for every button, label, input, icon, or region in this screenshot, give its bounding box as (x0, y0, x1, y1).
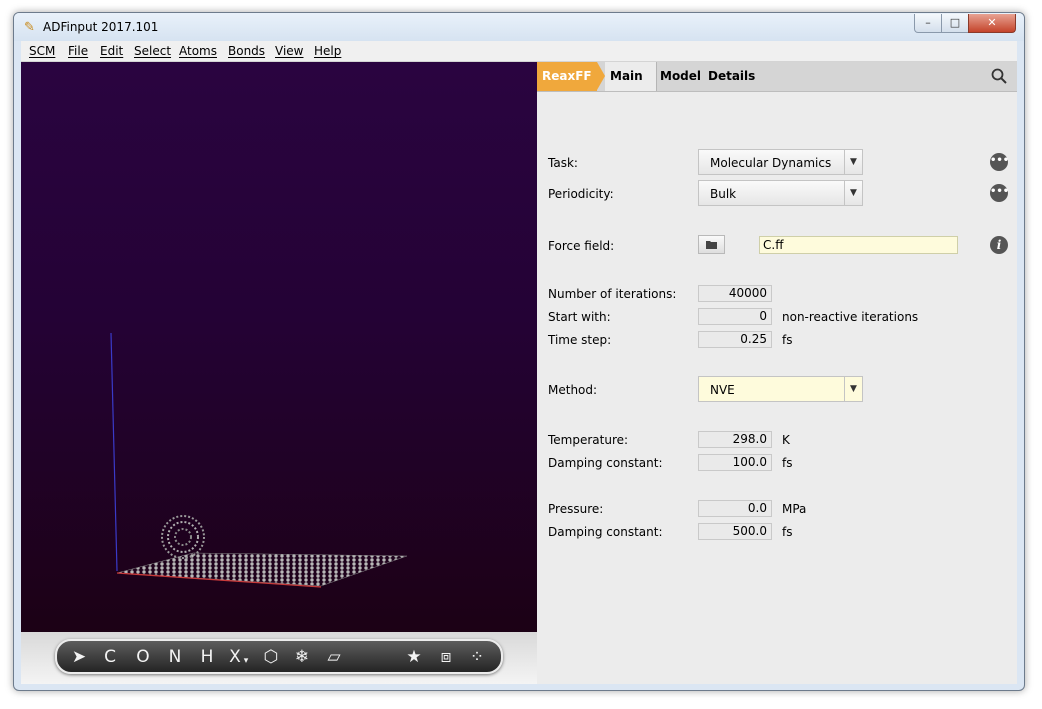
task-more-button[interactable]: ••• (990, 153, 1009, 171)
start-with-input[interactable]: 0 (698, 308, 772, 325)
periodicity-more-button[interactable]: ••• (990, 184, 1009, 202)
carbon-tool[interactable]: C (101, 646, 119, 668)
iterations-label: Number of iterations: (548, 287, 677, 301)
chevron-down-icon[interactable]: ▼ (844, 377, 862, 401)
minimize-button[interactable]: – (914, 14, 942, 33)
iterations-input[interactable]: 40000 (698, 285, 772, 302)
task-label: Task: (548, 156, 578, 170)
force-field-input[interactable]: C.ff (759, 236, 958, 254)
tab-details[interactable]: Details (708, 62, 755, 91)
tab-model[interactable]: Model (660, 62, 701, 91)
title-bar[interactable]: ✎ ADFinput 2017.101 – □ ✕ (14, 13, 1024, 41)
molecule-scene (110, 332, 408, 588)
wand-icon: ✎ (24, 20, 35, 35)
molecules-icon[interactable]: ⁘ (466, 646, 488, 668)
info-icon[interactable]: i (990, 236, 1008, 254)
molecule-viewport[interactable] (21, 62, 537, 632)
menu-bar: SCM File Edit Select Atoms Bonds View He… (21, 41, 1017, 62)
chevron-down-icon[interactable]: ▼ (844, 150, 862, 174)
menu-help[interactable]: Help (314, 44, 341, 58)
app-window: ✎ ADFinput 2017.101 – □ ✕ SCM File Edit … (13, 12, 1025, 691)
method-label: Method: (548, 383, 598, 397)
tab-divider (656, 62, 657, 91)
temp-damping-unit: fs (782, 456, 793, 470)
pressure-unit: MPa (782, 502, 807, 516)
task-value: Molecular Dynamics (710, 156, 832, 170)
hydrogen-tool[interactable]: H (198, 646, 216, 668)
temp-damping-input[interactable]: 100.0 (698, 454, 772, 471)
temp-damping-label: Damping constant: (548, 456, 663, 470)
periodicity-label: Periodicity: (548, 187, 614, 201)
snowflake-icon[interactable]: ❄ (291, 646, 313, 668)
nitrogen-tool[interactable]: N (166, 646, 184, 668)
start-with-unit: non-reactive iterations (782, 310, 919, 324)
periodicity-select[interactable]: Bulk ▼ (698, 180, 863, 206)
window-title: ADFinput 2017.101 (43, 20, 159, 34)
pressure-damping-label: Damping constant: (548, 525, 663, 539)
menu-atoms[interactable]: Atoms (179, 44, 217, 58)
pressure-input[interactable]: 0.0 (698, 500, 772, 517)
time-step-input[interactable]: 0.25 (698, 331, 772, 348)
pressure-damping-unit: fs (782, 525, 793, 539)
bottom-toolbar-area: ➤ C O N H X ▾ ⬡ ❄ ▱ ★ ⧈ ⁘ (21, 632, 537, 684)
folder-icon (706, 241, 717, 249)
tab-main[interactable]: Main (605, 62, 656, 91)
menu-edit[interactable]: Edit (100, 44, 123, 58)
start-with-label: Start with: (548, 310, 611, 324)
hexagon-icon[interactable]: ⬡ (260, 646, 282, 668)
temperature-input[interactable]: 298.0 (698, 431, 772, 448)
fullerene-molecule (161, 515, 205, 559)
chevron-down-icon[interactable]: ▼ (844, 181, 862, 205)
graphene-slab (116, 552, 408, 587)
menu-bonds[interactable]: Bonds (228, 44, 265, 58)
menu-file[interactable]: File (68, 44, 88, 58)
cell-icon[interactable]: ⧈ (435, 646, 457, 668)
menu-scm[interactable]: SCM (29, 44, 55, 58)
periodicity-value: Bulk (710, 187, 737, 201)
close-button[interactable]: ✕ (968, 14, 1016, 33)
time-step-label: Time step: (548, 333, 612, 347)
z-axis (110, 332, 118, 572)
select-arrow-icon[interactable]: ➤ (69, 646, 89, 668)
pressure-damping-input[interactable]: 500.0 (698, 523, 772, 540)
task-select[interactable]: Molecular Dynamics ▼ (698, 149, 863, 175)
star-icon[interactable]: ★ (403, 646, 425, 668)
settings-panel: ReaxFF Main Model Details Task: Molecula… (537, 62, 1017, 684)
time-step-unit: fs (782, 333, 793, 347)
method-value: NVE (710, 383, 735, 397)
force-field-label: Force field: (548, 239, 615, 253)
pressure-label: Pressure: (548, 502, 604, 516)
atom-toolbar: ➤ C O N H X ▾ ⬡ ❄ ▱ ★ ⧈ ⁘ (55, 639, 503, 674)
menu-view[interactable]: View (275, 44, 303, 58)
tab-arrow-divider (597, 62, 605, 90)
maximize-button[interactable]: □ (941, 14, 969, 33)
panel-tab-bar: ReaxFF Main Model Details (537, 62, 1017, 92)
temperature-unit: K (782, 433, 790, 447)
temperature-label: Temperature: (548, 433, 629, 447)
menu-select[interactable]: Select (134, 44, 171, 58)
plane-icon[interactable]: ▱ (323, 646, 345, 668)
chevron-down-icon[interactable]: ▾ (241, 650, 251, 672)
method-select[interactable]: NVE ▼ (698, 376, 863, 402)
search-icon[interactable] (991, 68, 1007, 84)
oxygen-tool[interactable]: O (134, 646, 152, 668)
folder-button[interactable] (698, 235, 725, 254)
element-x-tool[interactable]: X (228, 646, 242, 668)
tab-reaxff[interactable]: ReaxFF (537, 62, 597, 91)
